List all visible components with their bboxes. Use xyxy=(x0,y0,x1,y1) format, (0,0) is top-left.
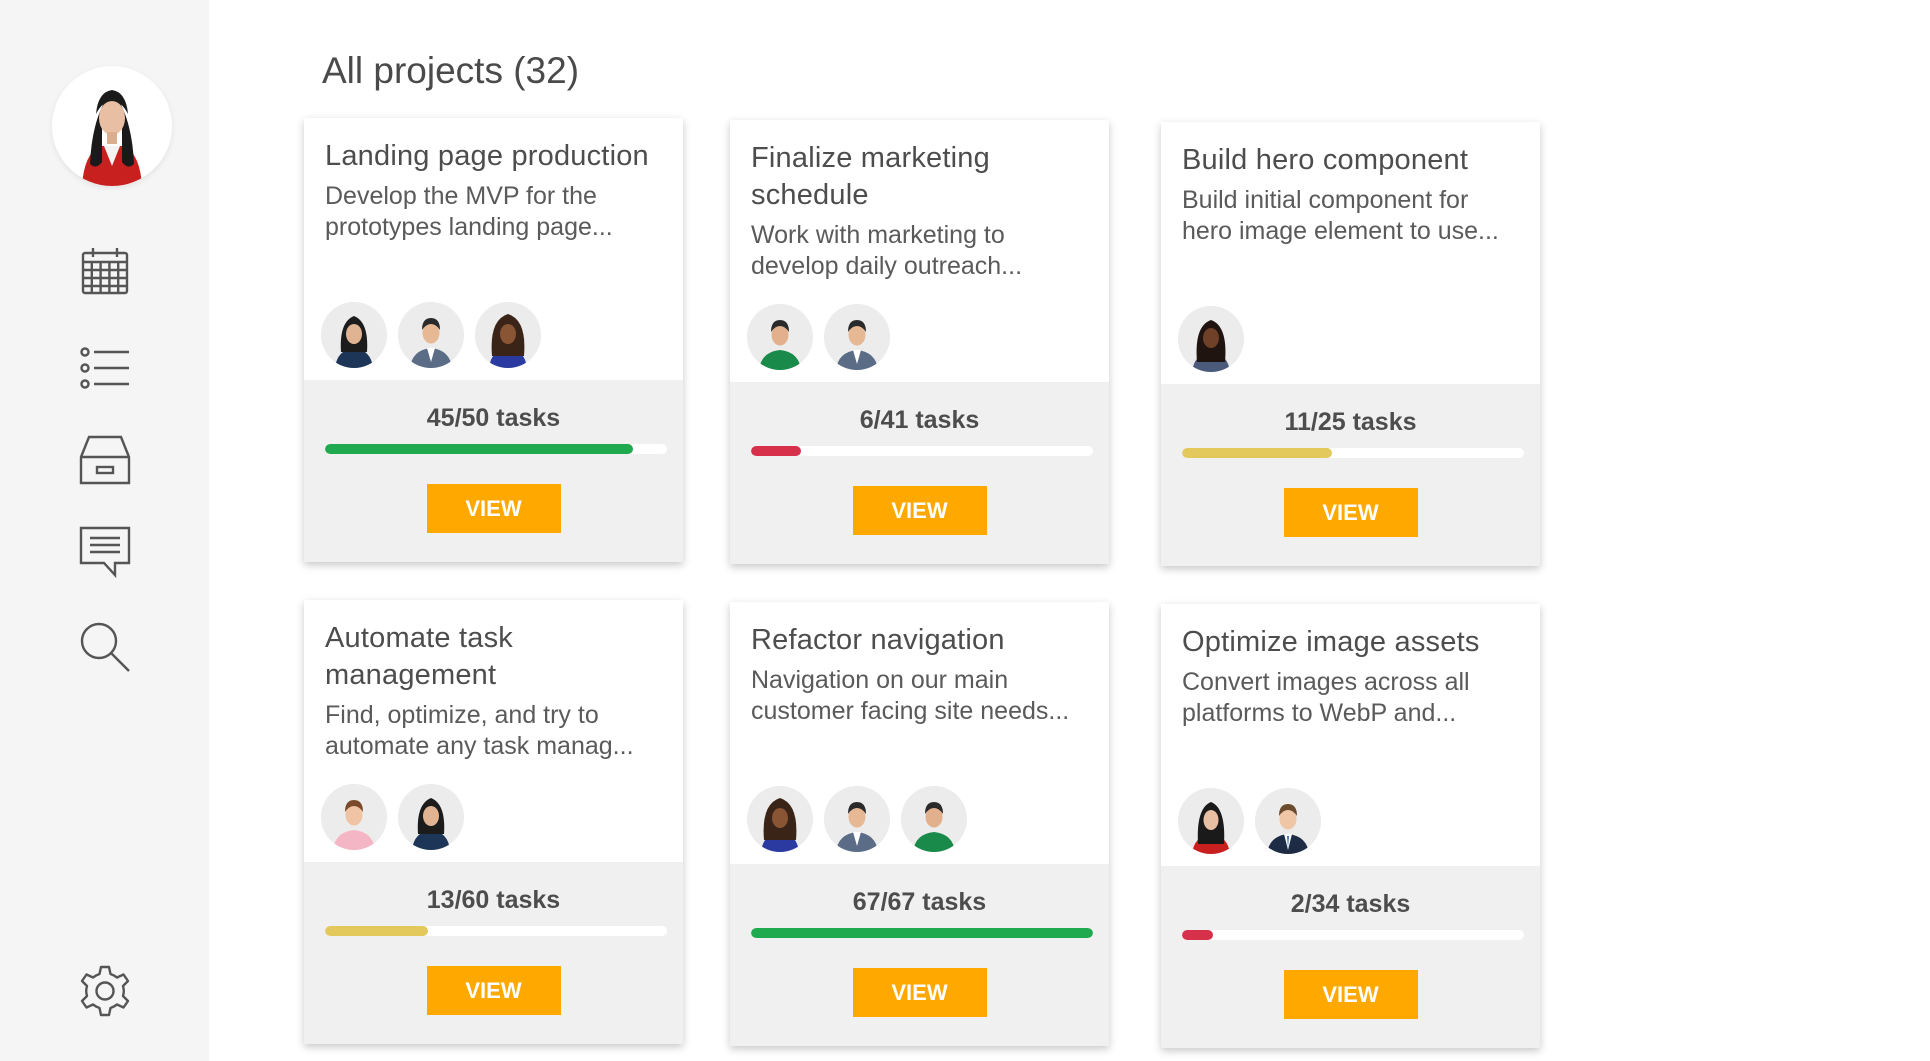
project-card: Landing page production Develop the MVP … xyxy=(304,118,683,562)
view-button[interactable]: VIEW xyxy=(1283,488,1418,537)
project-title: Finalize marketing schedule xyxy=(751,142,990,211)
card-header: Refactor navigation Navigation on our ma… xyxy=(730,602,1109,864)
member-avatar xyxy=(824,786,890,852)
project-description: Work with marketing to develop daily out… xyxy=(751,221,1023,280)
tasks-count: 6/41 tasks xyxy=(859,406,980,434)
member-avatar xyxy=(1178,788,1244,854)
project-title: Refactor navigation xyxy=(751,624,1005,656)
card-footer: 67/67 tasks VIEW xyxy=(730,864,1109,1046)
project-card: Build hero component Build initial compo… xyxy=(1161,122,1540,566)
profile-avatar-image xyxy=(52,66,172,186)
member-list xyxy=(747,304,890,370)
project-card: Finalize marketing schedule Work with ma… xyxy=(730,120,1109,564)
card-header: Landing page production Develop the MVP … xyxy=(304,118,683,380)
project-title: Landing page production xyxy=(325,140,649,172)
member-avatar xyxy=(824,304,890,370)
progress-bar xyxy=(1182,930,1524,940)
search-icon[interactable] xyxy=(74,616,136,678)
inbox-icon[interactable] xyxy=(74,428,136,490)
member-list xyxy=(1178,788,1321,854)
project-description: Build initial component for hero image e… xyxy=(1182,186,1499,245)
project-description: Convert images across all platforms to W… xyxy=(1182,668,1470,727)
card-header: Build hero component Build initial compo… xyxy=(1161,122,1540,384)
project-card: Optimize image assets Convert images acr… xyxy=(1161,604,1540,1048)
tasks-count: 45/50 tasks xyxy=(426,404,561,432)
card-footer: 6/41 tasks VIEW xyxy=(730,382,1109,564)
sidebar xyxy=(0,0,209,1061)
progress-bar xyxy=(325,926,667,936)
project-card: Refactor navigation Navigation on our ma… xyxy=(730,602,1109,1046)
member-avatar xyxy=(1178,306,1244,372)
view-button[interactable]: VIEW xyxy=(1283,970,1418,1019)
page-title: All projects (32) xyxy=(322,50,580,91)
project-description: Find, optimize, and try to automate any … xyxy=(325,701,634,760)
project-description: Navigation on our main customer facing s… xyxy=(751,666,1070,725)
progress-fill xyxy=(751,446,801,456)
card-footer: 45/50 tasks VIEW xyxy=(304,380,683,562)
progress-fill xyxy=(325,444,633,454)
progress-fill xyxy=(751,928,1093,938)
tasks-count: 13/60 tasks xyxy=(426,886,561,914)
project-card: Automate task management Find, optimize,… xyxy=(304,600,683,1044)
member-avatar xyxy=(901,786,967,852)
progress-bar xyxy=(1182,448,1524,458)
tasks-count: 67/67 tasks xyxy=(852,888,987,916)
member-list xyxy=(321,302,541,368)
project-title: Optimize image assets xyxy=(1182,626,1480,658)
view-button[interactable]: VIEW xyxy=(852,968,987,1017)
member-list xyxy=(747,786,967,852)
member-avatar xyxy=(747,786,813,852)
progress-bar xyxy=(751,446,1093,456)
view-button[interactable]: VIEW xyxy=(852,486,987,535)
list-icon[interactable] xyxy=(74,337,136,399)
card-header: Automate task management Find, optimize,… xyxy=(304,600,683,862)
card-footer: 11/25 tasks VIEW xyxy=(1161,384,1540,566)
gear-icon[interactable] xyxy=(74,960,136,1022)
card-header: Optimize image assets Convert images acr… xyxy=(1161,604,1540,866)
member-avatar xyxy=(1255,788,1321,854)
message-icon[interactable] xyxy=(74,520,136,582)
tasks-count: 2/34 tasks xyxy=(1290,890,1411,918)
view-button[interactable]: VIEW xyxy=(426,966,561,1015)
progress-fill xyxy=(325,926,428,936)
member-avatar xyxy=(398,302,464,368)
progress-bar xyxy=(325,444,667,454)
member-avatar xyxy=(398,784,464,850)
profile-avatar[interactable] xyxy=(52,66,172,186)
tasks-count: 11/25 tasks xyxy=(1284,408,1417,436)
card-header: Finalize marketing schedule Work with ma… xyxy=(730,120,1109,382)
member-avatar xyxy=(475,302,541,368)
card-footer: 13/60 tasks VIEW xyxy=(304,862,683,1044)
view-button[interactable]: VIEW xyxy=(426,484,561,533)
member-avatar xyxy=(321,302,387,368)
member-avatar xyxy=(321,784,387,850)
project-description: Develop the MVP for the prototypes landi… xyxy=(325,182,613,241)
progress-fill xyxy=(1182,930,1213,940)
member-list xyxy=(1178,306,1244,372)
member-list xyxy=(321,784,464,850)
card-footer: 2/34 tasks VIEW xyxy=(1161,866,1540,1048)
progress-fill xyxy=(1182,448,1333,458)
project-title: Automate task management xyxy=(325,622,513,691)
project-title: Build hero component xyxy=(1182,144,1469,176)
progress-bar xyxy=(751,928,1093,938)
member-avatar xyxy=(747,304,813,370)
calendar-icon[interactable] xyxy=(74,240,136,302)
